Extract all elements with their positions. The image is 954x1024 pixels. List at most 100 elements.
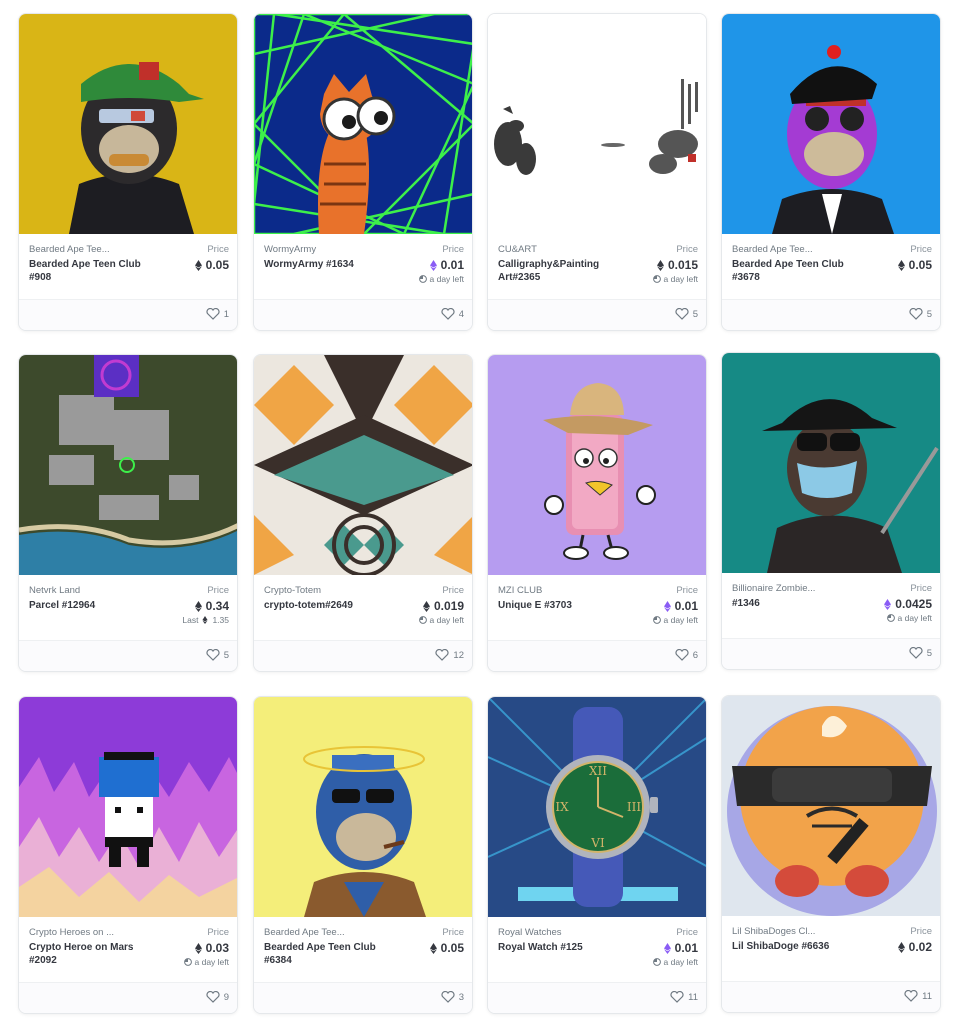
nft-image[interactable] (488, 14, 706, 234)
nft-card[interactable]: Netvrk Land Parcel #12964 Price 0.34 Las… (18, 354, 238, 672)
nft-card[interactable]: MZI CLUB Unique E #3703 Price 0.01 a day… (487, 354, 707, 672)
favorite-button[interactable]: 4 (441, 308, 464, 320)
price: 0.019 (422, 599, 464, 613)
favorite-button[interactable]: 9 (206, 991, 229, 1003)
nft-image[interactable] (254, 355, 472, 575)
nft-image[interactable]: XII III VI IX (488, 697, 706, 917)
heart-icon (435, 649, 450, 661)
item-name[interactable]: crypto-totem#2649 (264, 599, 386, 612)
nft-card[interactable]: XII III VI IX Royal Watches Royal Watch #12… (487, 696, 707, 1014)
collection-name[interactable]: Crypto-Totem (264, 585, 364, 596)
nft-card[interactable]: Crypto-Totem crypto-totem#2649 Price 0.0… (253, 354, 473, 672)
nft-image[interactable] (722, 696, 940, 916)
price-value: 0.019 (433, 599, 464, 613)
collection-name[interactable]: WormyArmy (264, 244, 364, 255)
favorite-button[interactable]: 5 (909, 308, 932, 320)
heart-icon (670, 991, 684, 1003)
eth-icon (897, 259, 905, 271)
like-count: 12 (453, 649, 464, 661)
price-label: Price (442, 927, 464, 938)
like-count: 5 (926, 308, 932, 320)
nft-grid: Bearded Ape Tee... Bearded Ape Teen Club… (0, 0, 954, 1024)
collection-name[interactable]: Bearded Ape Tee... (732, 244, 832, 255)
price-label: Price (442, 585, 464, 596)
favorite-button[interactable]: 12 (435, 649, 464, 661)
collection-name[interactable]: Bearded Ape Tee... (29, 244, 129, 255)
item-name[interactable]: Crypto Heroe on Mars #2092 (29, 941, 151, 967)
nft-card[interactable]: Billionaire Zombie... #1346 Price 0.0425… (721, 352, 941, 670)
collection-name[interactable]: Lil ShibaDoges Cl... (732, 926, 832, 937)
card-footer: 3 (254, 982, 472, 1013)
time-left: a day left (652, 615, 698, 625)
price: 0.05 (194, 258, 229, 272)
heart-icon (909, 308, 923, 320)
eth-icon (422, 600, 430, 612)
item-name[interactable]: #1346 (732, 597, 854, 610)
item-name[interactable]: Bearded Ape Teen Club #908 (29, 258, 151, 284)
item-name[interactable]: Royal Watch #125 (498, 941, 620, 954)
collection-name[interactable]: Netvrk Land (29, 585, 129, 596)
nft-image[interactable] (722, 353, 940, 573)
collection-name[interactable]: Royal Watches (498, 927, 598, 938)
heart-icon (675, 308, 689, 320)
collection-name[interactable]: Bearded Ape Tee... (264, 927, 364, 938)
nft-card[interactable]: Bearded Ape Tee... Bearded Ape Teen Club… (721, 13, 941, 331)
nft-card[interactable]: WormyArmy WormyArmy #1634 Price 0.01 a d… (253, 13, 473, 331)
nft-card[interactable]: Lil ShibaDoges Cl... Lil ShibaDoge #6636… (721, 695, 941, 1013)
like-count: 11 (922, 990, 932, 1002)
price-value: 0.01 (674, 941, 698, 955)
nft-image[interactable] (488, 355, 706, 575)
nft-image[interactable] (19, 14, 237, 234)
price: 0.01 (429, 258, 464, 272)
item-name[interactable]: Bearded Ape Teen Club #6384 (264, 941, 386, 967)
favorite-button[interactable]: 5 (675, 308, 698, 320)
price-value: 0.01 (674, 599, 698, 613)
favorite-button[interactable]: 11 (904, 990, 932, 1002)
time-left: a day left (652, 274, 699, 284)
price-value: 0.02 (908, 940, 932, 954)
item-name[interactable]: Lil ShibaDoge #6636 (732, 940, 854, 953)
like-count: 5 (223, 649, 229, 661)
nft-image[interactable] (254, 697, 472, 917)
time-left-text: a day left (897, 613, 933, 623)
collection-name[interactable]: Crypto Heroes on ... (29, 927, 129, 938)
item-name[interactable]: Bearded Ape Teen Club #3678 (732, 258, 854, 284)
favorite-button[interactable]: 11 (670, 991, 698, 1003)
nft-card[interactable]: Crypto Heroes on ... Crypto Heroe on Mar… (18, 696, 238, 1014)
favorite-button[interactable]: 1 (206, 308, 229, 320)
time-left-text: a day left (663, 274, 699, 284)
card-footer: 1 (19, 299, 237, 330)
item-name[interactable]: WormyArmy #1634 (264, 258, 386, 271)
collection-name[interactable]: MZI CLUB (498, 585, 598, 596)
price: 0.0425 (884, 597, 932, 611)
last-label: Last (182, 615, 199, 625)
card-footer: 5 (488, 299, 706, 330)
collection-name[interactable]: Billionaire Zombie... (732, 583, 832, 594)
price-label: Price (207, 585, 229, 596)
collection-name[interactable]: CU&ART (498, 244, 598, 255)
favorite-button[interactable]: 6 (675, 649, 698, 661)
price-label: Price (910, 926, 932, 937)
heart-icon (441, 308, 455, 320)
heart-icon (206, 991, 220, 1003)
last-price-value: 1.35 (212, 615, 229, 625)
price: 0.05 (429, 941, 464, 955)
nft-image[interactable] (254, 14, 472, 234)
nft-image[interactable] (19, 697, 237, 917)
eth-icon (194, 600, 202, 612)
favorite-button[interactable]: 5 (909, 647, 932, 659)
nft-image[interactable] (722, 14, 940, 234)
favorite-button[interactable]: 5 (206, 649, 229, 661)
clock-icon (183, 958, 192, 966)
card-footer: 12 (254, 640, 472, 671)
eth-icon (194, 942, 202, 954)
item-name[interactable]: Unique E #3703 (498, 599, 620, 612)
eth-icon (897, 941, 905, 953)
nft-card[interactable]: Bearded Ape Tee... Bearded Ape Teen Club… (253, 696, 473, 1014)
item-name[interactable]: Parcel #12964 (29, 599, 151, 612)
favorite-button[interactable]: 3 (441, 991, 464, 1003)
nft-card[interactable]: CU&ART Calligraphy&Painting Art#2365 Pri… (487, 13, 707, 331)
item-name[interactable]: Calligraphy&Painting Art#2365 (498, 258, 620, 284)
nft-card[interactable]: Bearded Ape Tee... Bearded Ape Teen Club… (18, 13, 238, 331)
nft-image[interactable] (19, 355, 237, 575)
